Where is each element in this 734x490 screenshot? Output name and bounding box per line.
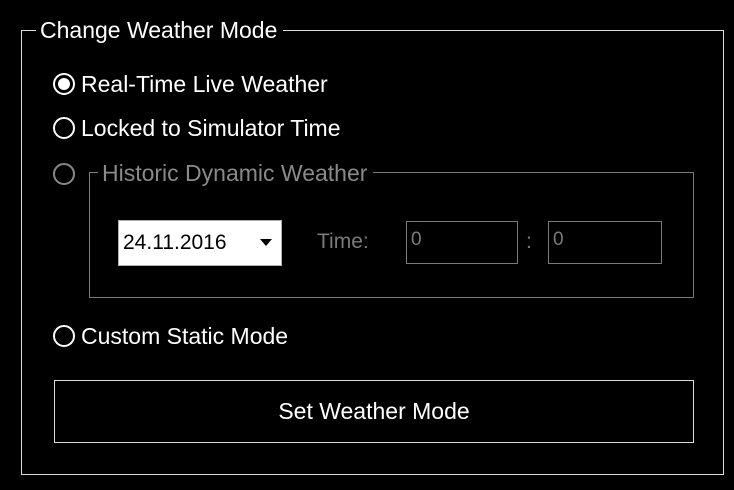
radio-locked-to-simulator-time[interactable]: Locked to Simulator Time bbox=[53, 112, 341, 144]
radio-label: Locked to Simulator Time bbox=[81, 114, 341, 141]
groupbox-title: Change Weather Mode bbox=[36, 16, 284, 44]
radio-label: Real-Time Live Weather bbox=[81, 70, 328, 97]
radio-unchecked-icon[interactable] bbox=[53, 163, 75, 185]
radio-label: Custom Static Mode bbox=[81, 322, 289, 349]
historic-weather-title: Historic Dynamic Weather bbox=[98, 159, 374, 187]
date-value: 24.11.2016 bbox=[123, 231, 227, 254]
dropdown-button[interactable] bbox=[251, 221, 281, 265]
radio-unchecked-icon[interactable] bbox=[53, 325, 75, 347]
time-separator: : bbox=[526, 230, 532, 253]
time-label: Time: bbox=[317, 230, 369, 253]
radio-historic-dynamic-weather[interactable] bbox=[53, 158, 75, 190]
radio-checked-icon[interactable] bbox=[53, 73, 75, 95]
radio-unchecked-icon[interactable] bbox=[53, 117, 75, 139]
minute-input[interactable]: 0 bbox=[548, 221, 662, 264]
set-weather-mode-button[interactable]: Set Weather Mode bbox=[54, 380, 694, 443]
hour-input[interactable]: 0 bbox=[406, 221, 518, 264]
radio-real-time-live-weather[interactable]: Real-Time Live Weather bbox=[53, 68, 328, 100]
radio-custom-static-mode[interactable]: Custom Static Mode bbox=[53, 320, 288, 352]
date-picker[interactable]: 24.11.2016 bbox=[118, 220, 282, 266]
chevron-down-icon bbox=[260, 239, 272, 246]
